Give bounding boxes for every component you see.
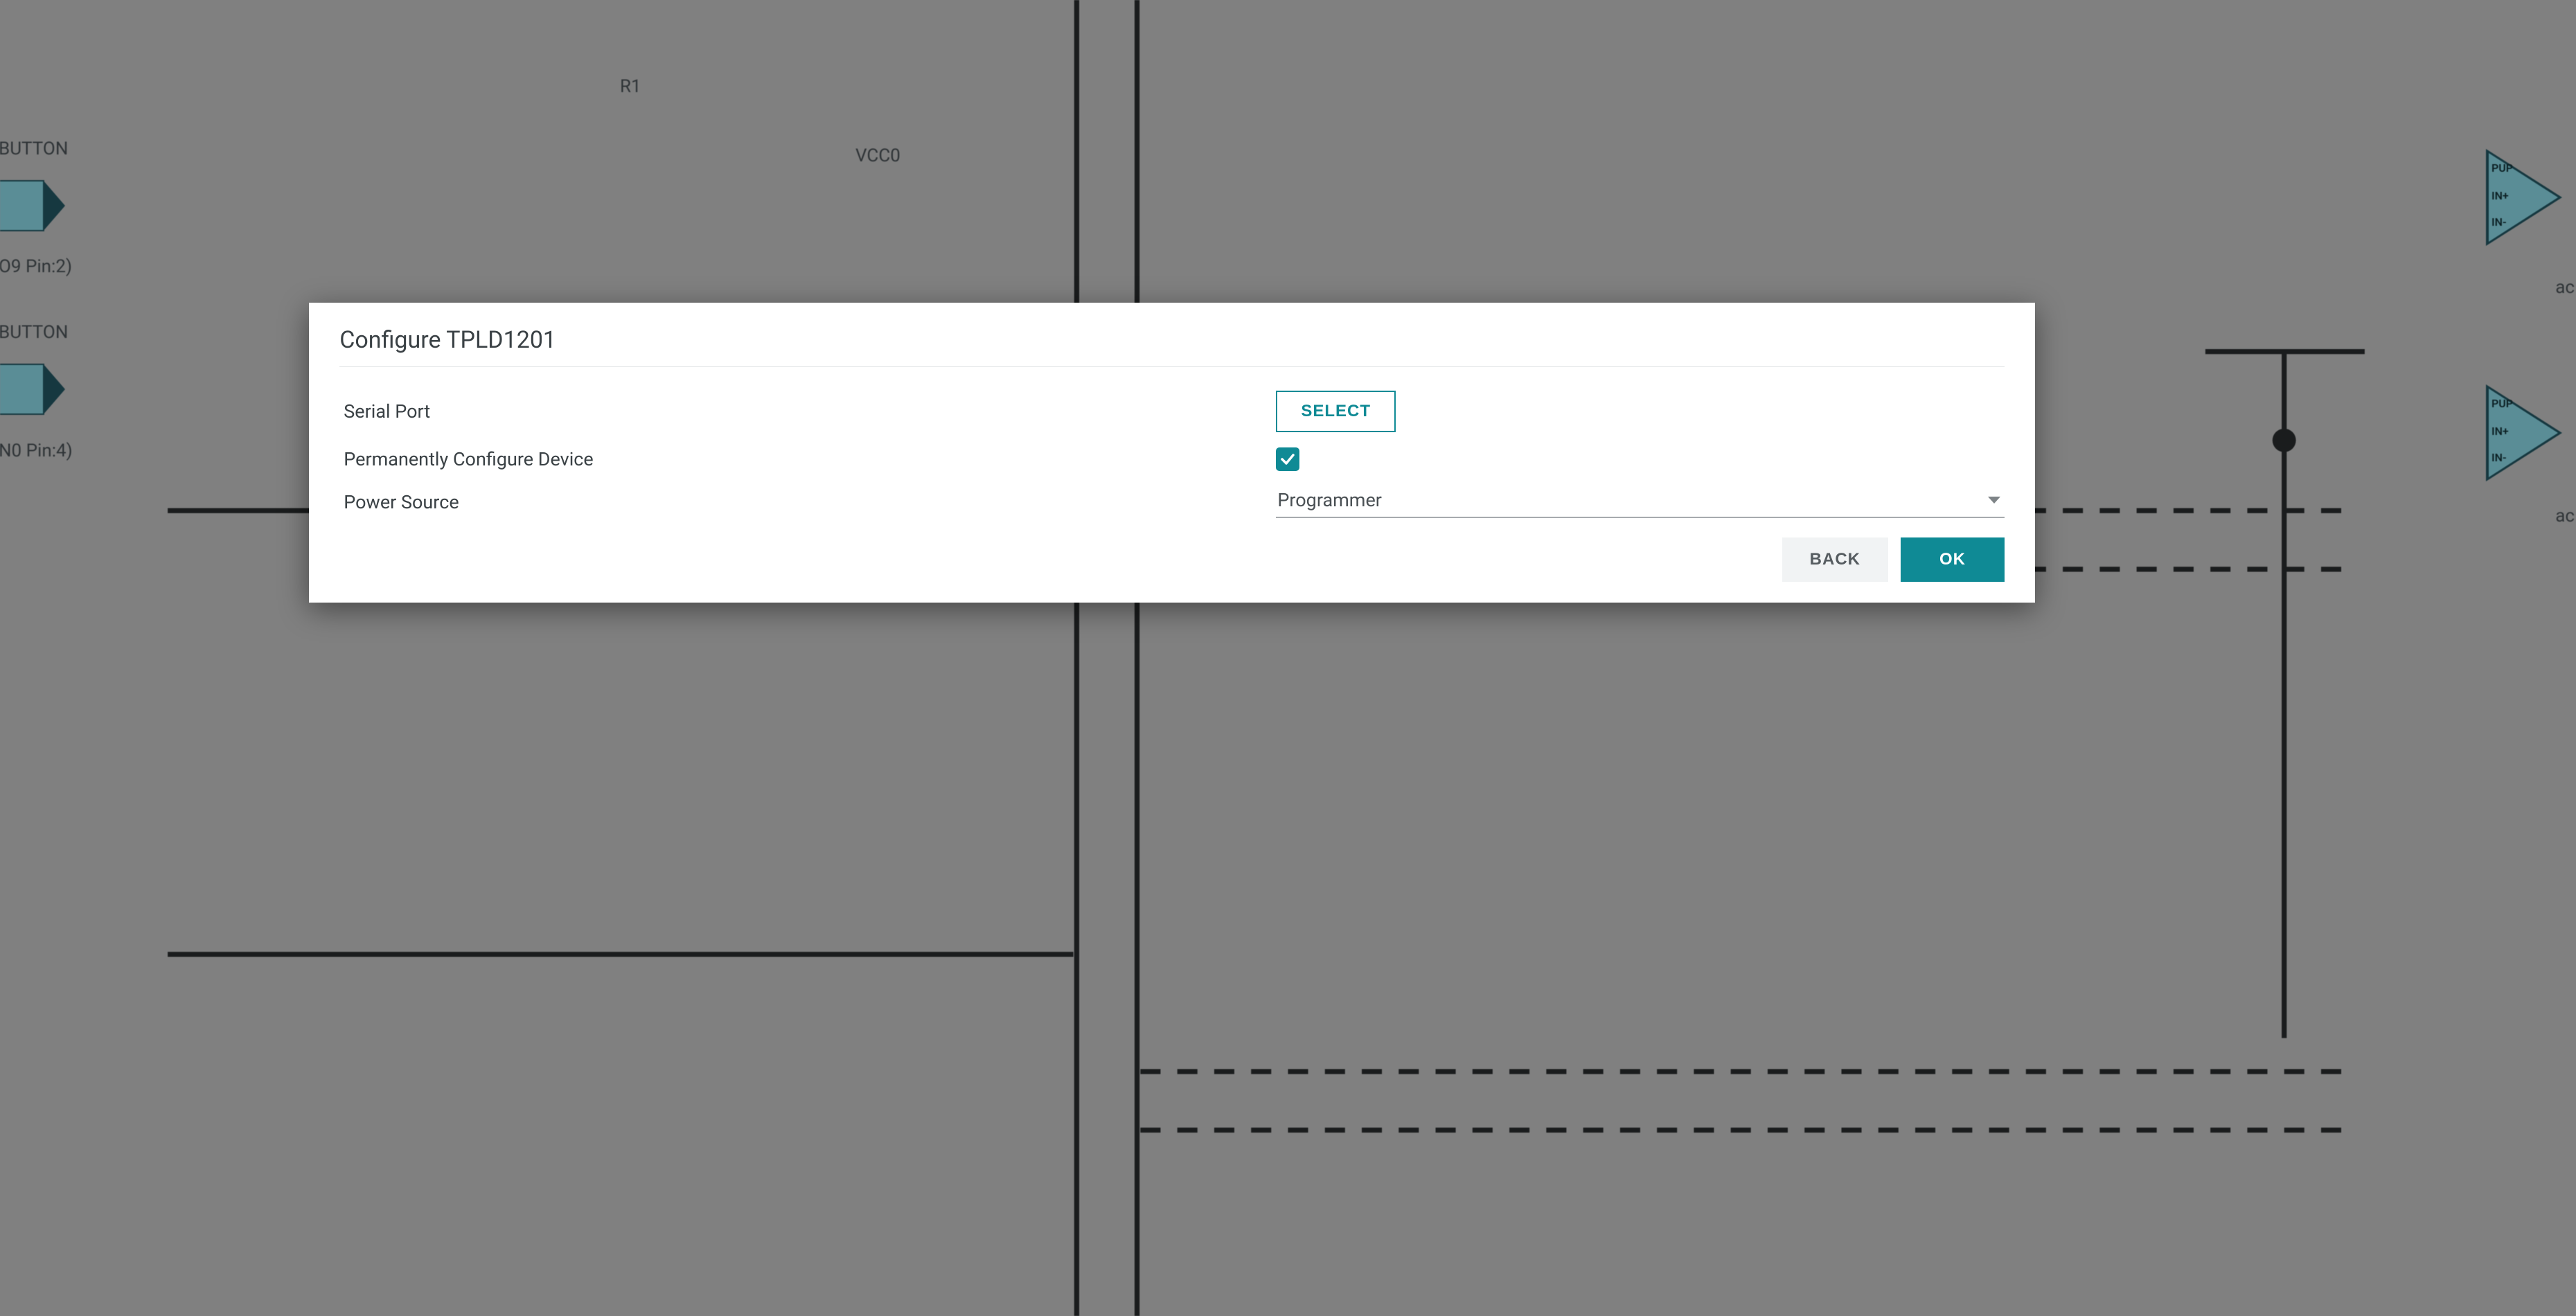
- power-source-label: Power Source: [339, 491, 1276, 513]
- power-source-row: Power Source Programmer: [339, 486, 2005, 518]
- chevron-down-icon: [1988, 497, 2000, 504]
- serial-port-label: Serial Port: [339, 400, 1276, 423]
- power-source-select[interactable]: Programmer: [1276, 486, 2005, 518]
- dialog-action-row: BACK OK: [339, 537, 2005, 582]
- title-divider: [339, 366, 2005, 367]
- back-button[interactable]: BACK: [1782, 537, 1888, 582]
- dialog-title: Configure TPLD1201: [339, 326, 2005, 354]
- permanent-configure-row: Permanently Configure Device: [339, 447, 2005, 471]
- power-source-value: Programmer: [1277, 489, 1382, 511]
- modal-overlay: Configure TPLD1201 Serial Port SELECT Pe…: [0, 0, 2576, 1316]
- serial-port-row: Serial Port SELECT: [339, 391, 2005, 432]
- permanent-configure-label: Permanently Configure Device: [339, 448, 1276, 470]
- check-icon: [1279, 451, 1296, 468]
- permanent-configure-checkbox[interactable]: [1276, 447, 1299, 471]
- ok-button[interactable]: OK: [1901, 537, 2005, 582]
- configure-dialog: Configure TPLD1201 Serial Port SELECT Pe…: [309, 303, 2035, 603]
- select-serial-port-button[interactable]: SELECT: [1276, 391, 1396, 432]
